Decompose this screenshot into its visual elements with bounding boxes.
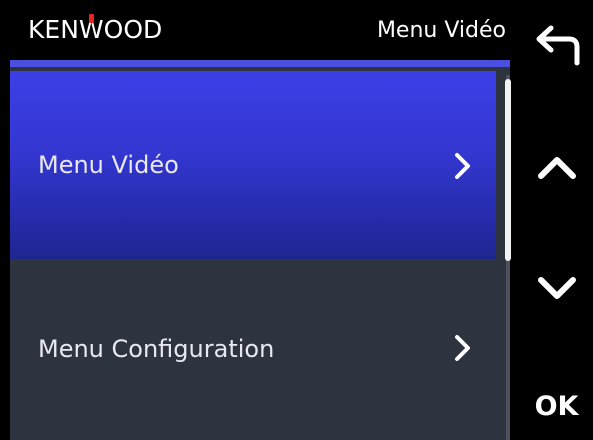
down-button[interactable] <box>520 254 593 324</box>
menu-list: Menu Vidéo Menu Configuration <box>10 67 511 440</box>
dashcam-screen: KENW OOD Menu Vidéo Menu Vidéo Menu Confi… <box>0 0 593 440</box>
menu-item-configuration[interactable]: Menu Configuration <box>10 259 496 440</box>
up-button[interactable] <box>520 132 593 202</box>
menu-item-label: Menu Vidéo <box>38 151 179 179</box>
chevron-right-icon <box>455 153 470 179</box>
chevron-right-icon <box>455 335 470 361</box>
scrollbar-thumb[interactable] <box>505 79 511 261</box>
chevron-up-icon <box>537 157 576 179</box>
menu-item-video[interactable]: Menu Vidéo <box>10 71 496 259</box>
header-bar: KENW OOD Menu Vidéo <box>10 0 510 60</box>
page-title: Menu Vidéo <box>376 18 506 43</box>
back-arrow-icon <box>536 25 579 66</box>
ok-button[interactable]: OK <box>520 372 593 440</box>
chevron-down-icon <box>537 277 576 299</box>
back-button[interactable] <box>520 10 593 80</box>
brand-logo-dot <box>89 14 95 23</box>
header-divider <box>10 60 510 67</box>
menu-item-label: Menu Configuration <box>38 335 275 363</box>
brand-logo: KENW OOD <box>28 14 163 44</box>
